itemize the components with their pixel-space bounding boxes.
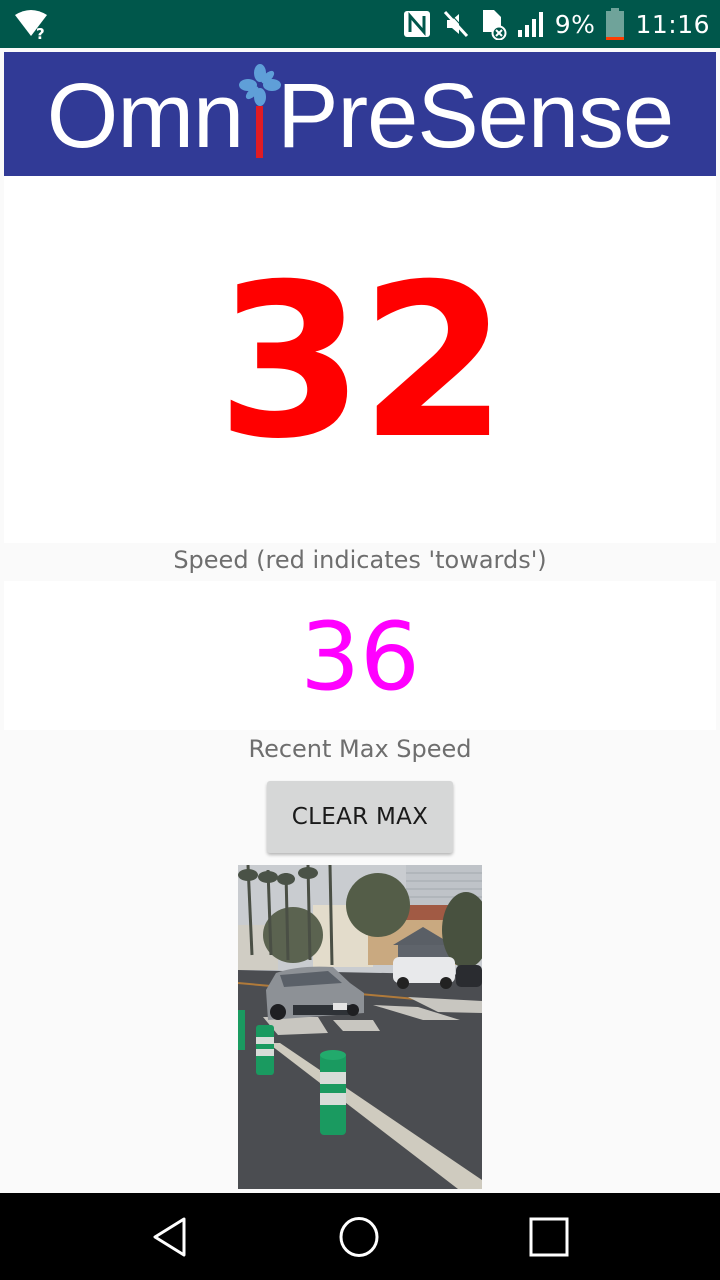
logo-text-part1: Omn xyxy=(46,65,244,167)
signal-icon xyxy=(517,12,543,37)
battery-percent: 9% xyxy=(554,9,596,39)
logo-flower-icon xyxy=(239,64,282,106)
navigation-bar xyxy=(0,1193,720,1280)
speed-caption: Speed (red indicates 'towards') xyxy=(173,546,547,574)
logo-text-part2: PreSense xyxy=(277,65,674,167)
recents-button-icon[interactable] xyxy=(525,1213,573,1261)
max-speed-caption: Recent Max Speed xyxy=(248,735,472,763)
camera-preview-image xyxy=(238,865,482,1189)
camera-preview xyxy=(238,865,482,1189)
speed-panel: 32 xyxy=(4,176,716,543)
clock: 11:16 xyxy=(635,9,710,39)
wifi-no-internet-icon: ? xyxy=(15,10,47,40)
clear-max-button[interactable]: CLEAR MAX xyxy=(267,781,453,853)
svg-text:?: ? xyxy=(36,25,45,40)
max-speed-value: 36 xyxy=(300,602,420,712)
mute-icon xyxy=(443,9,470,38)
logo-i-glyph xyxy=(239,64,282,162)
logo-i-stem xyxy=(256,106,264,158)
omnipresense-logo: Omn PreSense xyxy=(46,64,674,167)
status-bar: ? 9% 11:16 xyxy=(0,0,720,48)
sim-error-icon xyxy=(482,10,507,40)
back-button-icon[interactable] xyxy=(146,1213,194,1261)
nfc-icon xyxy=(403,11,430,37)
battery-icon xyxy=(606,8,625,40)
home-button-icon[interactable] xyxy=(335,1213,383,1261)
max-speed-panel: 36 xyxy=(4,581,716,730)
speed-value: 32 xyxy=(216,237,507,485)
omnipresense-banner: Omn PreSense xyxy=(4,52,716,176)
